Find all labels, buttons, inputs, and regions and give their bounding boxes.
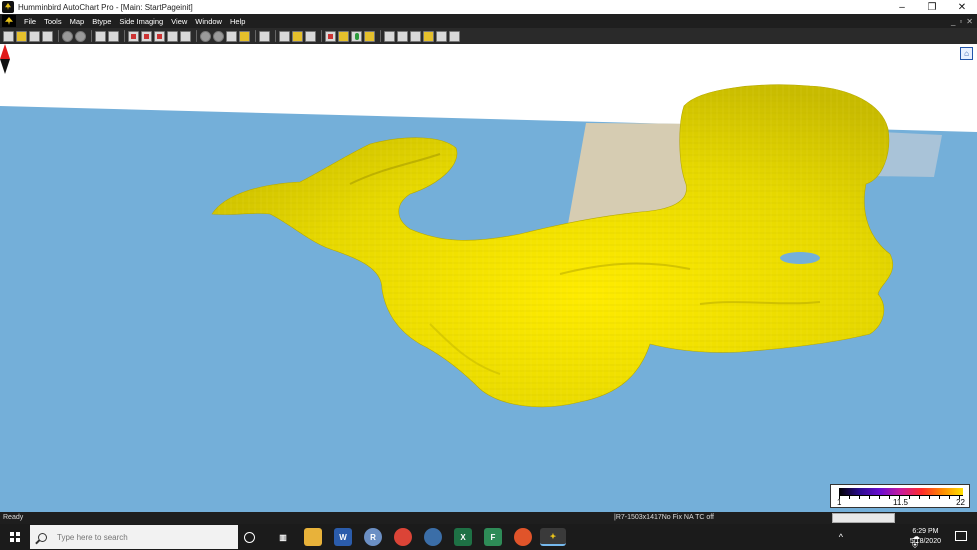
menu-view[interactable]: View [171,17,187,26]
word-icon[interactable]: W [334,528,352,546]
toolbar-separator [91,30,92,42]
zoom-out-icon[interactable] [75,30,86,42]
printer-icon[interactable] [305,30,316,42]
menu-window[interactable]: Window [195,17,222,26]
chrome-icon[interactable] [394,528,412,546]
menu-bar: File Tools Map Btype Side Imaging View W… [0,14,977,28]
print-icon[interactable] [42,30,53,42]
new-file-icon[interactable] [3,30,14,42]
legend-max-label: 22 [956,498,965,507]
legend-mid-label: 11.5 [893,498,908,507]
toolbar-separator [255,30,256,42]
pencil-icon[interactable] [449,30,460,42]
title-bar: Humminbird AutoChart Pro - [Main: StartP… [0,0,977,14]
menu-tools[interactable]: Tools [44,17,62,26]
save-icon[interactable] [29,30,40,42]
document-menu-icon[interactable] [2,15,16,27]
excel-icon[interactable]: X [454,528,472,546]
search-input[interactable] [57,532,227,542]
cortana-icon[interactable] [244,532,255,543]
status-bar: Ready |R7-1503x1417No Fix NA TC off [0,512,977,524]
depth-color-legend: 1 11.5 22 [830,484,970,508]
table-icon[interactable] [384,30,395,42]
mdi-restore-button[interactable]: ▫ [959,17,962,26]
start-button[interactable] [0,524,30,550]
window-title: Humminbird AutoChart Pro - [Main: StartP… [18,2,193,12]
legend-min-label: 1 [837,498,842,507]
cube-3d-icon[interactable] [239,30,250,42]
water-pocket [780,252,820,264]
circle-tool-icon[interactable] [200,30,211,42]
legend-color-bar [839,488,963,495]
status-progress-box [832,513,895,523]
toolbar-separator [124,30,125,42]
view-home-button[interactable]: ⌂ [960,47,973,60]
circle-fill-icon[interactable] [213,30,224,42]
app-green-icon[interactable]: F [484,528,502,546]
clock-time: 6:29 PM [912,528,939,535]
boat-icon[interactable] [410,30,421,42]
shield-icon[interactable] [292,30,303,42]
sonar-icon[interactable] [423,30,434,42]
close-button[interactable]: ✕ [947,0,977,14]
toolbar [0,28,977,44]
settings-icon[interactable] [279,30,290,42]
restore-button[interactable]: ❐ [917,0,947,14]
pin-icon[interactable] [180,30,191,42]
menu-map[interactable]: Map [70,17,85,26]
taskbar-search[interactable] [30,525,238,549]
taskbar: ▥ W R X F ✦ ^ ☁ ⛨ ▣ ◁ 6:29 PM 5/18/2020 [0,524,977,550]
square-tool-icon[interactable] [226,30,237,42]
link-icon[interactable] [436,30,447,42]
minimize-button[interactable]: – [887,0,917,14]
r-app-icon[interactable]: R [364,528,382,546]
menu-file[interactable]: File [24,17,36,26]
notification-icon[interactable] [955,531,967,541]
mdi-close-button[interactable]: ✕ [966,17,973,26]
chart-icon[interactable] [108,30,119,42]
autochart-taskbar-icon[interactable]: ✦ [540,528,566,546]
zoom-in-icon[interactable] [62,30,73,42]
browser-icon[interactable] [424,528,442,546]
toolbar-separator [58,30,59,42]
home-icon[interactable] [397,30,408,42]
window-controls: – ❐ ✕ [887,0,977,14]
waypoint-icon[interactable] [128,30,139,42]
depth-icon[interactable] [351,30,362,42]
compass-icon [0,44,10,74]
menu-btype[interactable]: Btype [92,17,111,26]
status-coordinates: |R7-1503x1417No Fix NA TC off [614,514,714,521]
file-explorer-icon[interactable] [304,528,322,546]
task-view-icon[interactable]: ▥ [274,528,292,546]
toolbar-separator [196,30,197,42]
map-canvas [0,84,977,512]
grid-icon[interactable] [95,30,106,42]
toolbar-separator [321,30,322,42]
menu-side-imaging[interactable]: Side Imaging [119,17,163,26]
marker-icon[interactable] [167,30,178,42]
layers-icon[interactable] [364,30,375,42]
map-3d-view[interactable]: ⌂ [0,44,977,512]
palette-icon[interactable] [338,30,349,42]
page-icon[interactable] [259,30,270,42]
mdi-controls: _ ▫ ✕ [951,14,973,28]
app-orange-icon[interactable] [514,528,532,546]
menu-help[interactable]: Help [230,17,245,26]
tray-chevron-icon[interactable]: ^ [839,532,843,542]
toolbar-separator [380,30,381,42]
status-ready: Ready [3,514,24,521]
track-icon[interactable] [141,30,152,42]
taskbar-clock[interactable]: 6:29 PM 5/18/2020 [910,527,941,547]
search-icon [38,532,47,542]
flag-icon[interactable] [325,30,336,42]
clock-date: 5/18/2020 [909,538,941,545]
route-icon[interactable] [154,30,165,42]
windows-logo-icon [10,532,20,542]
toolbar-separator [275,30,276,42]
open-folder-icon[interactable] [16,30,27,42]
app-logo-icon [2,1,14,13]
mdi-minimize-button[interactable]: _ [951,17,955,26]
